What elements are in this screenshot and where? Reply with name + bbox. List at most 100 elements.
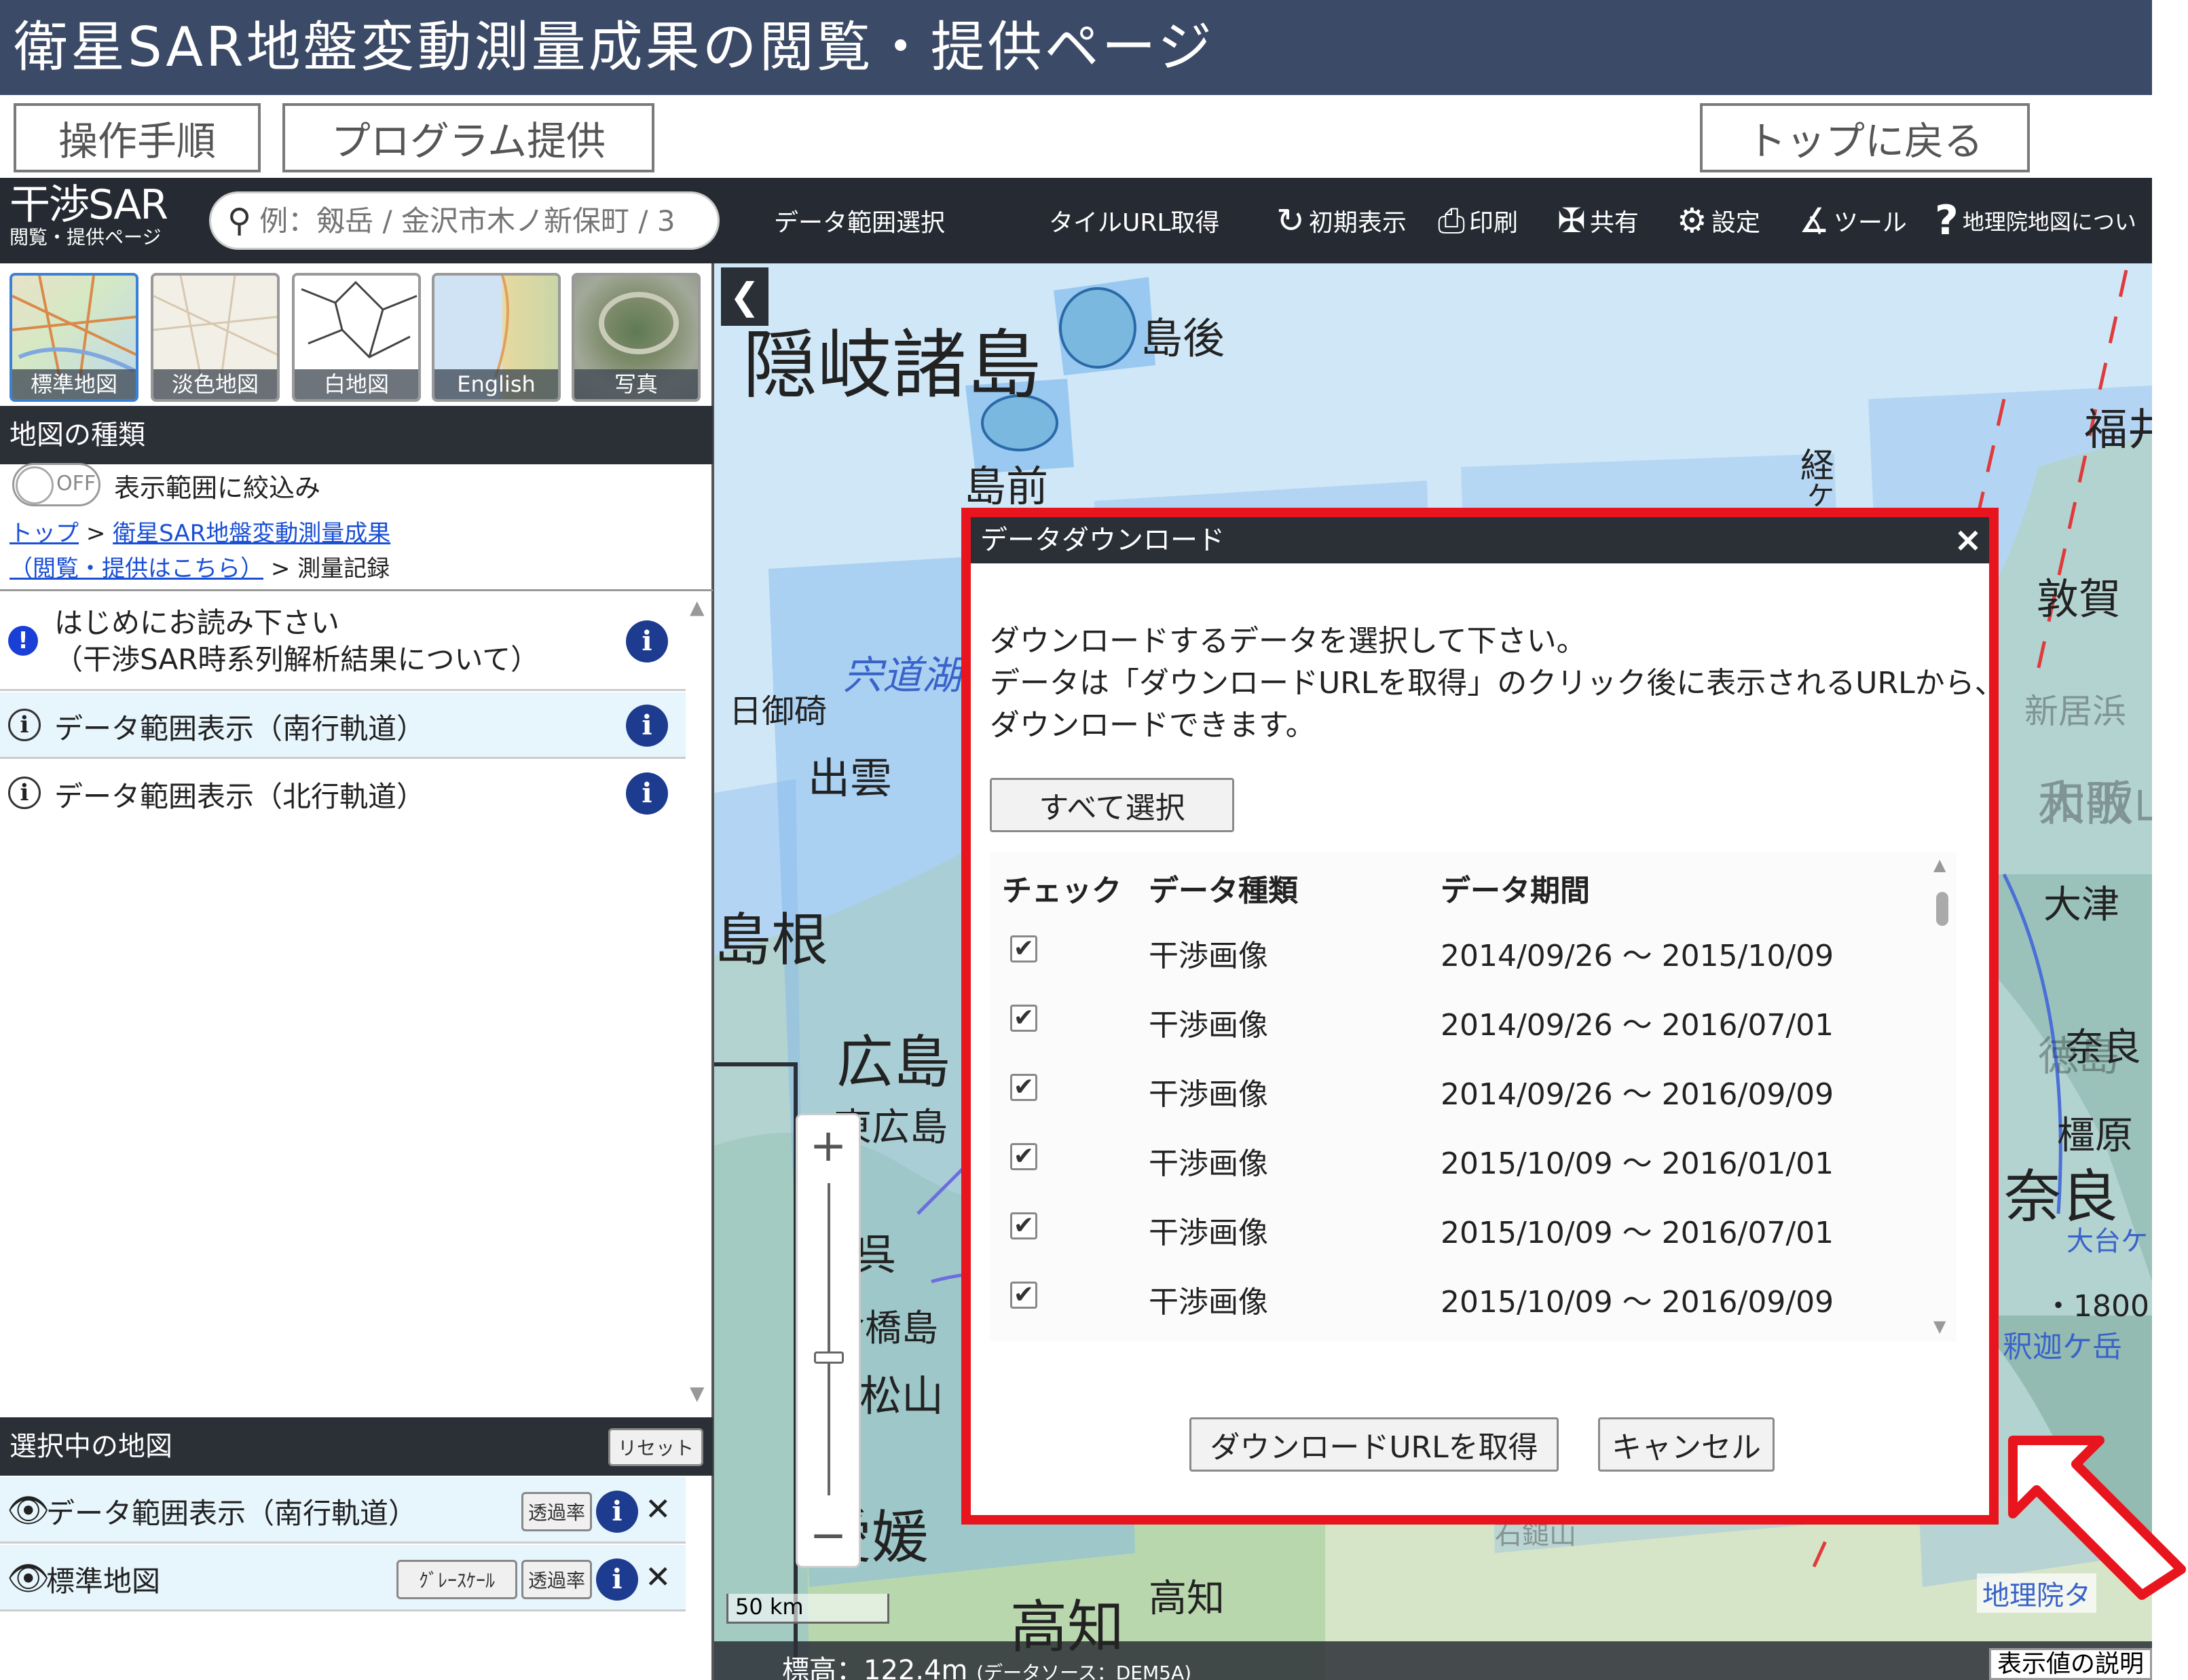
zoom-out-button[interactable]: − xyxy=(798,1509,859,1561)
dialog-title: データダウンロード xyxy=(971,517,1989,563)
selected-south-label: データ範囲表示（南行軌道） xyxy=(46,1497,418,1530)
map-label-shimane: 島根 xyxy=(714,907,829,973)
map-label-izumo: 出雲 xyxy=(808,753,893,803)
about-gsi-button[interactable]: ? 地理院地図につい xyxy=(1935,178,2136,263)
scroll-up-icon[interactable]: ▲ xyxy=(690,596,705,618)
basemap-blank[interactable]: 白地図 xyxy=(292,273,421,402)
basemap-photo[interactable]: 写真 xyxy=(572,273,701,402)
sidebar: 標準地図 淡色地図 白地図 English 写真 地図の種類 OFF 表示範囲に… xyxy=(0,263,714,1680)
get-download-url-button[interactable]: ダウンロードURLを取得 xyxy=(1189,1417,1559,1472)
basemap-english[interactable]: English xyxy=(432,273,561,402)
breadcrumb-sar-link-2[interactable]: （閲覧・提供はこちら） xyxy=(10,555,263,582)
scroll-down-icon[interactable]: ▼ xyxy=(690,1382,705,1404)
filter-toggle-label: 表示範囲に絞込み xyxy=(114,473,321,503)
selected-maps-header: 選択中の地図 xyxy=(0,1417,713,1476)
table-row[interactable]: ✔ 干渉画像 2015/10/09 〜 2016/01/01 xyxy=(990,1138,1957,1206)
basemap-standard-label: 標準地図 xyxy=(12,369,136,399)
value-explanation-button[interactable]: 表示値の説明 xyxy=(1989,1648,2152,1680)
dialog-message-1: ダウンロードするデータを選択して下さい。 xyxy=(990,624,1587,658)
breadcrumb-sar-link[interactable]: 衛星SAR地盤変動測量成果 xyxy=(113,520,390,547)
remove-layer-icon[interactable]: ✕ xyxy=(645,1491,671,1527)
basemap-pale[interactable]: 淡色地図 xyxy=(151,273,280,402)
table-scroll-thumb[interactable] xyxy=(1936,892,1948,926)
row-checkbox[interactable]: ✔ xyxy=(1010,1143,1037,1170)
basemap-english-preview xyxy=(494,276,509,377)
table-scrollbar[interactable]: ▲ ▼ xyxy=(1932,855,1952,1339)
row-checkbox[interactable]: ✔ xyxy=(1010,1074,1037,1101)
annotation-arrow-icon xyxy=(2008,1436,2186,1600)
opacity-button[interactable]: 透過率 xyxy=(521,1492,592,1531)
eye-icon[interactable]: 👁 xyxy=(7,1491,50,1531)
print-button[interactable]: ⎙ 印刷 xyxy=(1438,178,1518,263)
settings-button[interactable]: ⚙ 設定 xyxy=(1677,178,1760,263)
tile-url-button[interactable]: タイルURL取得 xyxy=(1049,178,1219,263)
search-box[interactable]: ⚲ xyxy=(209,191,720,250)
tile-url-label: タイルURL取得 xyxy=(1049,209,1220,237)
selected-south-info-button[interactable]: i xyxy=(596,1491,638,1533)
alert-icon: ! xyxy=(8,626,38,656)
layer-list-scrollbar[interactable]: ▲ ▼ xyxy=(686,596,710,1411)
search-input[interactable] xyxy=(258,203,693,238)
selected-standard-info-button[interactable]: i xyxy=(596,1558,638,1601)
filter-toggle[interactable]: OFF xyxy=(12,463,100,506)
table-row[interactable]: ✔ 干渉画像 2014/09/26 〜 2016/07/01 xyxy=(990,999,1957,1067)
layer-north-info-button[interactable]: i xyxy=(626,772,668,815)
about-gsi-label: 地理院地図につい xyxy=(1962,209,2136,235)
eye-icon[interactable]: 👁 xyxy=(7,1558,50,1599)
data-range-select-button[interactable]: データ範囲選択 xyxy=(774,178,945,263)
operation-guide-button[interactable]: 操作手順 xyxy=(14,103,261,172)
select-all-button[interactable]: すべて選択 xyxy=(990,778,1234,832)
selected-standard-label: 標準地図 xyxy=(46,1565,161,1598)
zoom-slider-handle[interactable] xyxy=(814,1351,844,1364)
table-row[interactable]: ✔ 干渉画像 2015/10/09 〜 2016/09/09 xyxy=(990,1276,1957,1341)
map-label-dogo: 島後 xyxy=(1141,314,1225,363)
table-row[interactable]: ✔ 干渉画像 2014/09/26 〜 2016/09/09 xyxy=(990,1068,1957,1136)
row-period: 2014/09/26 〜 2016/07/01 xyxy=(1441,1008,1834,1043)
selected-item-standard[interactable]: 👁 標準地図 ｸﾞﾚｰｽｹｰﾙ 透過率 i ✕ xyxy=(0,1545,686,1611)
dialog-close-button[interactable]: × xyxy=(1954,520,1982,559)
remove-layer-icon[interactable]: ✕ xyxy=(645,1558,671,1595)
faint-map-label: 新居浜 xyxy=(2024,692,2126,731)
map-label-oodai: 大台ケ xyxy=(2066,1226,2148,1257)
breadcrumb-top-link[interactable]: トップ xyxy=(10,520,79,547)
basemap-blank-label: 白地図 xyxy=(295,369,418,399)
row-checkbox[interactable]: ✔ xyxy=(1010,1005,1037,1032)
program-provision-button[interactable]: プログラム提供 xyxy=(282,103,654,172)
cancel-button[interactable]: キャンセル xyxy=(1598,1417,1775,1472)
layer-south-info-button[interactable]: i xyxy=(626,705,668,747)
basemap-pale-label: 淡色地図 xyxy=(153,369,277,399)
tools-button[interactable]: ∡ ツール xyxy=(1799,178,1907,263)
grayscale-button[interactable]: ｸﾞﾚｰｽｹｰﾙ xyxy=(396,1560,517,1599)
back-to-top-button[interactable]: トップに戻る xyxy=(1700,103,2030,172)
layer-item-south[interactable]: i データ範囲表示（南行軌道） i xyxy=(0,692,686,759)
zoom-in-button[interactable]: + xyxy=(798,1119,859,1172)
row-checkbox[interactable]: ✔ xyxy=(1010,1282,1037,1309)
table-row[interactable]: ✔ 干渉画像 2015/10/09 〜 2016/07/01 xyxy=(990,1207,1957,1275)
share-button[interactable]: ✠ 共有 xyxy=(1557,178,1639,263)
initial-view-button[interactable]: ↻ 初期表示 xyxy=(1276,178,1407,263)
breadcrumb-separator-2: > xyxy=(270,555,291,582)
table-row[interactable]: ✔ 干渉画像 2014/09/26 〜 2015/10/09 xyxy=(990,930,1957,998)
map-label-elev1800: ・1800 xyxy=(2043,1289,2149,1324)
basemap-photo-label: 写真 xyxy=(574,369,698,399)
layer-item-north[interactable]: i データ範囲表示（北行軌道） i xyxy=(0,760,686,827)
layer-readme-info-button[interactable]: i xyxy=(626,620,668,662)
selected-item-south[interactable]: 👁 データ範囲表示（南行軌道） 透過率 i ✕ xyxy=(0,1477,686,1544)
opacity-button[interactable]: 透過率 xyxy=(521,1560,592,1599)
dialog-message-2: データは「ダウンロードURLを取得」のクリック後に表示されるURLから、 xyxy=(990,666,2005,701)
row-period: 2015/10/09 〜 2016/07/01 xyxy=(1441,1216,1834,1250)
row-checkbox[interactable]: ✔ xyxy=(1010,935,1037,963)
map-label-kochi-city: 高知 xyxy=(1149,1577,1225,1621)
map-label-hiroshima: 広島 xyxy=(836,1029,951,1096)
reset-button[interactable]: リセット xyxy=(608,1428,703,1466)
table-scroll-down-icon[interactable]: ▼ xyxy=(1933,1317,1946,1336)
search-icon[interactable]: ⚲ xyxy=(227,202,251,240)
app-logo[interactable]: 干渉SAR 閲覧・提供ページ xyxy=(10,183,200,248)
elevation-label: 標高： xyxy=(782,1655,864,1680)
layer-item-readme[interactable]: ! はじめにお読み下さい （干渉SAR時系列解析結果について） i xyxy=(0,592,686,691)
table-scroll-up-icon[interactable]: ▲ xyxy=(1933,855,1946,874)
row-checkbox[interactable]: ✔ xyxy=(1010,1212,1037,1239)
settings-label: 設定 xyxy=(1711,209,1760,237)
basemap-pale-preview xyxy=(153,276,277,377)
basemap-standard[interactable]: 標準地図 xyxy=(10,273,138,402)
